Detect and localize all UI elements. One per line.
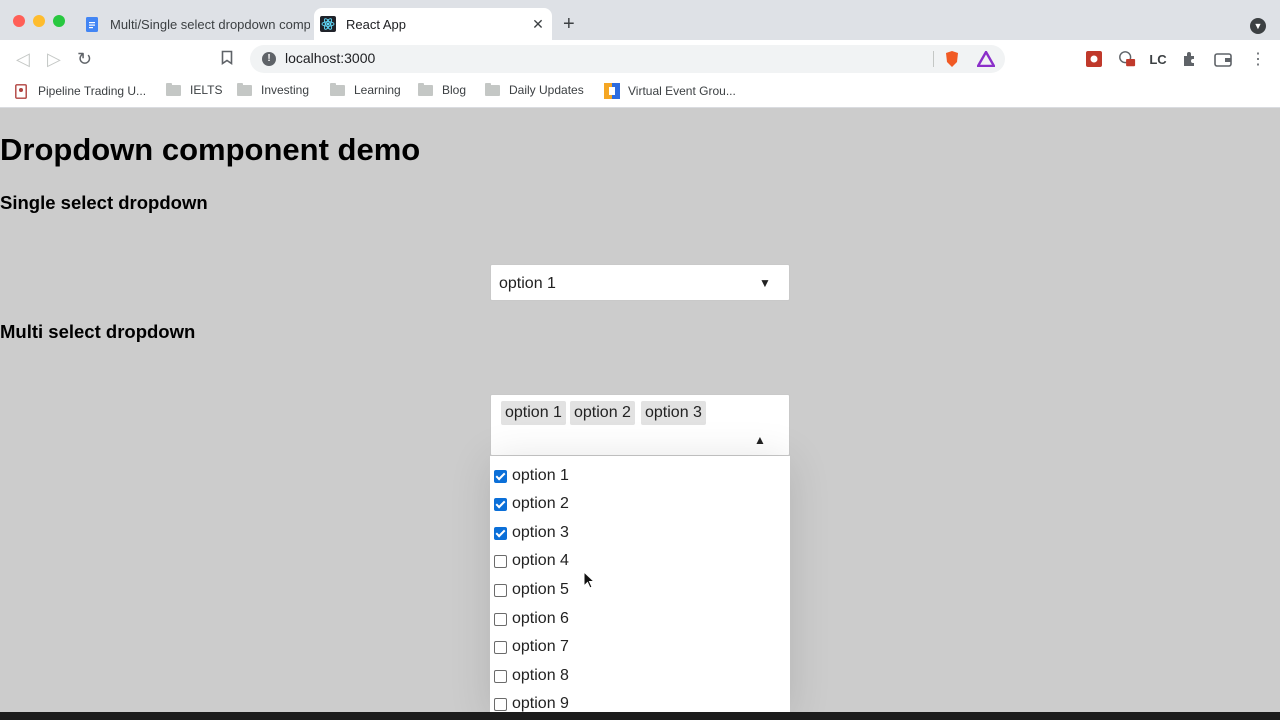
checkbox-unchecked[interactable] <box>494 583 507 597</box>
virtual-event-favicon-icon <box>604 83 620 99</box>
forward-icon[interactable]: ▷ <box>47 49 61 69</box>
address-url: localhost:3000 <box>285 50 376 66</box>
single-select-value: option 1 <box>499 275 556 292</box>
minimize-window-icon[interactable] <box>33 15 45 27</box>
option-label: option 2 <box>512 495 569 512</box>
back-icon[interactable]: ◁ <box>16 49 30 69</box>
react-favicon-icon <box>320 16 336 32</box>
bottom-edge <box>0 712 1280 720</box>
selected-chip[interactable]: option 1 <box>501 401 566 425</box>
selected-chip[interactable]: option 2 <box>570 401 635 425</box>
checkbox-unchecked[interactable] <box>494 669 507 683</box>
option-item[interactable]: option 5 <box>490 576 569 604</box>
bookmark-icon[interactable] <box>221 49 233 69</box>
bookmark-folder-learning[interactable]: Learning <box>330 82 401 97</box>
selected-chip[interactable]: option 3 <box>641 401 706 425</box>
tab-react-app[interactable]: React App ✕ <box>314 8 552 40</box>
option-label: option 1 <box>512 467 569 484</box>
close-tab-icon[interactable]: ✕ <box>530 16 546 33</box>
browser-chrome: Multi/Single select dropdown comp React … <box>0 0 1280 108</box>
wallet-icon[interactable] <box>1214 50 1232 68</box>
tab-search-icon[interactable]: ▼ <box>1250 18 1266 34</box>
brave-shield-icon[interactable] <box>943 50 961 68</box>
folder-icon <box>237 82 252 96</box>
tab-docs[interactable]: Multi/Single select dropdown comp <box>78 8 310 40</box>
extension-cloud-icon[interactable] <box>1118 50 1136 68</box>
bookmark-label: Virtual Event Grou... <box>628 84 736 98</box>
option-label: option 8 <box>512 667 569 684</box>
checkbox-checked[interactable] <box>494 469 507 483</box>
bookmark-pipeline[interactable]: Pipeline Trading U... <box>14 83 146 99</box>
multi-select-dropdown[interactable]: option 1 option 2 option 3 ▲ <box>490 394 790 456</box>
option-item[interactable]: option 2 <box>490 490 569 518</box>
bookmark-folder-investing[interactable]: Investing <box>237 82 310 97</box>
folder-icon <box>166 82 181 96</box>
multi-select-options-list[interactable]: option 1 option 2 option 3 option 4 opti… <box>490 456 790 716</box>
multi-select-heading: Multi select dropdown <box>0 321 196 342</box>
single-select-dropdown[interactable]: option 1 ▼ <box>490 264 790 301</box>
checkbox-unchecked[interactable] <box>494 612 507 626</box>
pipeline-favicon-icon <box>14 83 28 99</box>
bookmark-label: Investing <box>261 83 310 97</box>
new-tab-icon[interactable]: + <box>563 14 575 34</box>
site-info-icon[interactable]: ! <box>262 52 276 66</box>
extensions-puzzle-icon[interactable] <box>1181 50 1199 68</box>
checkbox-checked[interactable] <box>494 526 507 540</box>
folder-icon <box>330 82 345 96</box>
option-label: option 4 <box>512 552 569 569</box>
reload-icon[interactable]: ↻ <box>77 49 92 69</box>
bookmark-label: Blog <box>442 83 467 97</box>
bookmark-folder-blog[interactable]: Blog <box>418 82 467 97</box>
extension-lc-icon[interactable]: LC <box>1149 50 1167 68</box>
bookmark-virtual-event[interactable]: Virtual Event Grou... <box>604 83 736 99</box>
folder-icon <box>485 82 500 96</box>
chevron-down-icon[interactable]: ▼ <box>759 276 771 290</box>
address-bar[interactable]: ! localhost:3000 <box>250 45 1005 73</box>
option-item[interactable]: option 3 <box>490 519 569 547</box>
toolbar: ◁ ▷ ↻ ! localhost:3000 LC ⋮ <box>0 40 1280 78</box>
option-item[interactable]: option 4 <box>490 547 569 575</box>
bookmark-label: Daily Updates <box>509 83 584 97</box>
close-window-icon[interactable] <box>13 15 25 27</box>
option-item[interactable]: option 1 <box>490 462 569 490</box>
omnibox-divider <box>933 51 934 67</box>
checkbox-checked[interactable] <box>494 497 507 511</box>
chevron-up-icon[interactable]: ▲ <box>754 433 766 447</box>
tab-title: React App <box>346 16 406 32</box>
menu-kebab-icon[interactable]: ⋮ <box>1249 50 1267 68</box>
bookmarks-bar: Pipeline Trading U... IELTS Investing Le… <box>0 78 1280 108</box>
option-label: option 6 <box>512 610 569 627</box>
bookmark-label: IELTS <box>190 83 223 97</box>
bookmark-label: Pipeline Trading U... <box>38 84 147 98</box>
option-item[interactable]: option 7 <box>490 633 569 661</box>
option-label: option 3 <box>512 524 569 541</box>
option-label: option 9 <box>512 695 569 712</box>
option-label: option 7 <box>512 638 569 655</box>
checkbox-unchecked[interactable] <box>494 554 507 568</box>
checkbox-unchecked[interactable] <box>494 697 507 711</box>
option-item[interactable]: option 8 <box>490 662 569 690</box>
brave-rewards-icon[interactable] <box>977 50 995 68</box>
checkbox-unchecked[interactable] <box>494 640 507 654</box>
bookmark-folder-daily-updates[interactable]: Daily Updates <box>485 82 584 97</box>
single-select-heading: Single select dropdown <box>0 192 208 213</box>
docs-favicon-icon <box>84 16 100 32</box>
tab-strip: Multi/Single select dropdown comp React … <box>0 0 1280 40</box>
extension-red-icon[interactable] <box>1085 50 1103 68</box>
bookmark-label: Learning <box>354 83 401 97</box>
tab-title: Multi/Single select dropdown comp <box>110 16 310 32</box>
option-label: option 5 <box>512 581 569 598</box>
bookmark-folder-ielts[interactable]: IELTS <box>166 82 223 97</box>
option-item[interactable]: option 6 <box>490 605 569 633</box>
page-title: Dropdown component demo <box>0 132 421 167</box>
folder-icon <box>418 82 433 96</box>
maximize-window-icon[interactable] <box>53 15 65 27</box>
